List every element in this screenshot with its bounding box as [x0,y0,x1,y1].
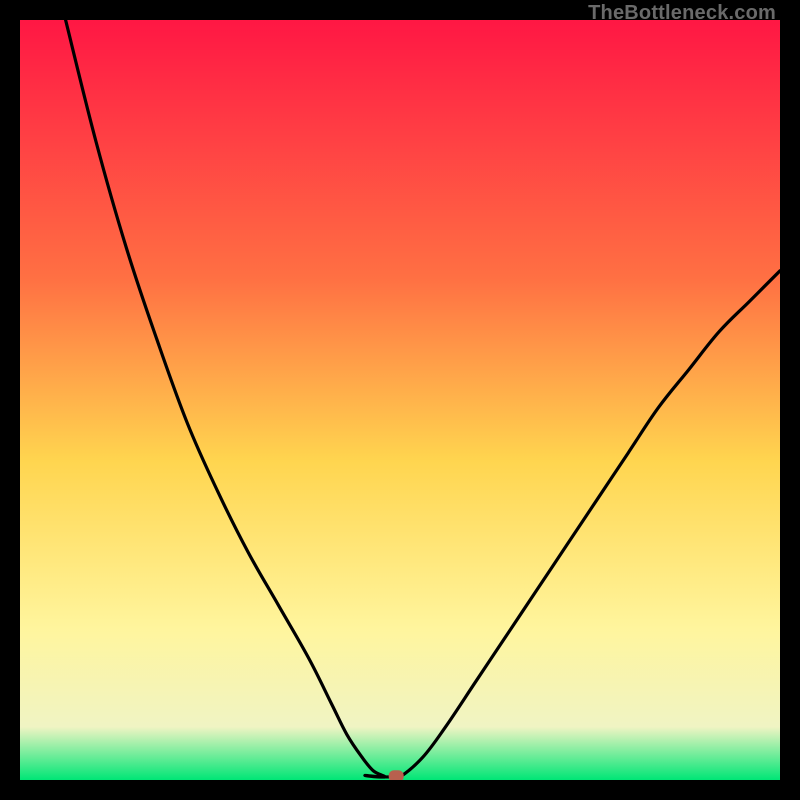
plot-area [20,20,780,780]
bottleneck-chart [20,20,780,780]
outer-frame: TheBottleneck.com [0,0,800,800]
optimum-marker [389,771,403,780]
